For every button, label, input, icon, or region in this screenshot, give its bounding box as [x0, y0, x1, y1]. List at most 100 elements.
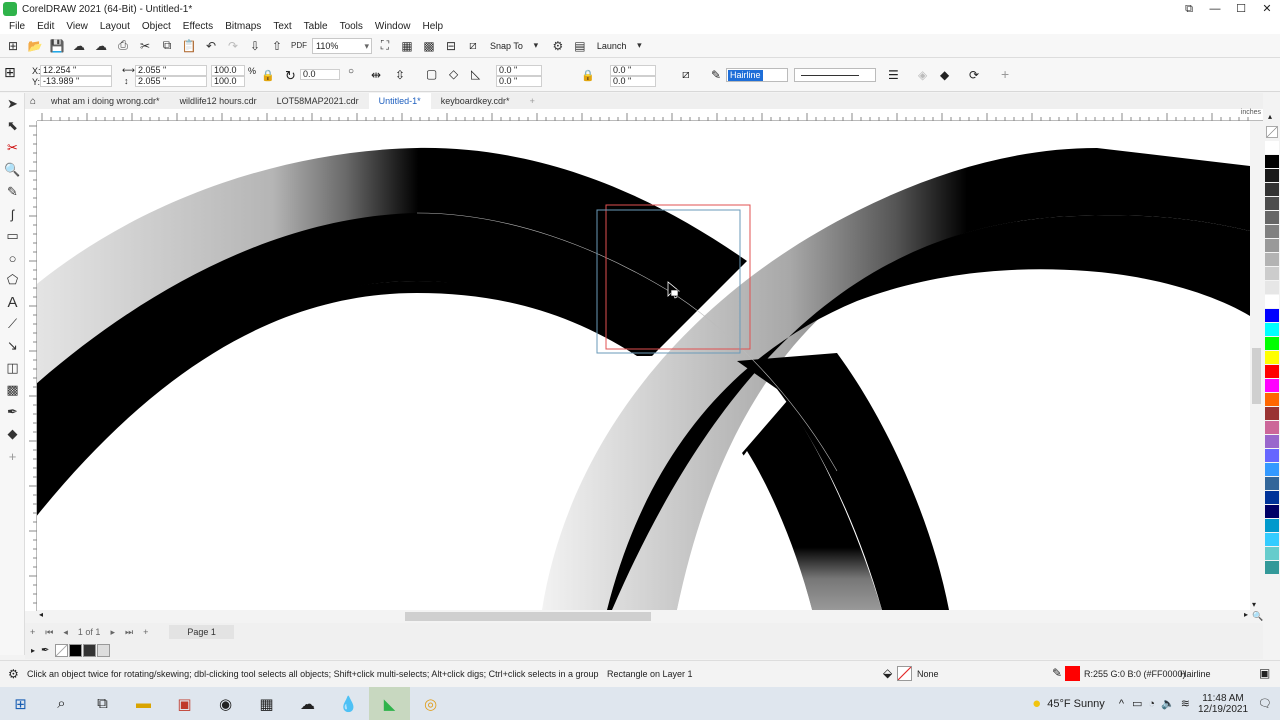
pdf-icon[interactable]: PDF [290, 37, 308, 55]
chamfered-corner-icon[interactable]: ◺ [471, 67, 480, 81]
palette-swatch[interactable] [1265, 155, 1279, 168]
status-settings-icon[interactable]: ▣ [1259, 666, 1270, 680]
palette-swatch[interactable] [1265, 505, 1279, 518]
cloud-download-icon[interactable]: ☁ [92, 37, 110, 55]
menu-text[interactable]: Text [267, 21, 297, 32]
scale-width-field[interactable]: 100.0 [211, 65, 245, 76]
tray-volume-icon[interactable]: 🔈 [1161, 697, 1175, 710]
maximize-button[interactable]: ☐ [1228, 0, 1254, 18]
artistic-media-icon[interactable]: ʃ [0, 203, 25, 225]
to-front-icon[interactable]: ◈ [918, 68, 927, 82]
freehand-tool-icon[interactable]: ✎ [0, 181, 25, 203]
show-grid-icon[interactable]: ▩ [420, 37, 438, 55]
corner-radius-top-left[interactable]: 0.0 " [496, 65, 542, 76]
horizontal-ruler[interactable]: inches [37, 109, 1263, 121]
menu-edit[interactable]: Edit [31, 21, 60, 32]
page-tab-page-1[interactable]: Page 1 [169, 625, 234, 639]
shape-tool-icon[interactable]: ⬉ [0, 115, 25, 137]
zoom-corner-icon[interactable]: 🔍 [1252, 611, 1263, 622]
menu-object[interactable]: Object [136, 21, 177, 32]
x-position-field[interactable]: 12.254 " [40, 65, 112, 76]
object-origin-icon[interactable]: ⊞ [4, 64, 24, 84]
tray-chevron-icon[interactable]: ^ [1119, 698, 1124, 710]
snap-to-label[interactable]: Snap To [490, 41, 523, 51]
palette-swatch[interactable] [1265, 561, 1279, 574]
crop-tool-icon[interactable]: ✂ [0, 137, 25, 159]
palette-swatch[interactable] [1265, 463, 1279, 476]
show-rulers-icon[interactable]: ▦ [398, 37, 416, 55]
launch-dropdown-icon[interactable]: ▾ [630, 37, 648, 55]
notification-icon[interactable]: 🗨 [1258, 697, 1272, 710]
vertical-ruler[interactable] [25, 121, 37, 611]
tab-wildlife12-hours[interactable]: wildlife12 hours.cdr [170, 93, 267, 109]
prev-page-icon[interactable]: ◂ [58, 627, 73, 638]
mirror-vertical-icon[interactable]: ⇳ [395, 68, 405, 82]
undo-icon[interactable]: ↶ [202, 37, 220, 55]
scroll-right-icon[interactable]: ▸ [1244, 610, 1248, 619]
mirror-horizontal-icon[interactable]: ⇹ [371, 68, 381, 82]
palette-swatch[interactable] [1265, 407, 1279, 420]
add-page-after-icon[interactable]: + [138, 627, 153, 637]
palette-swatch[interactable] [1265, 309, 1279, 322]
menu-tools[interactable]: Tools [334, 21, 369, 32]
palette-swatch[interactable] [1265, 337, 1279, 350]
file-explorer-icon[interactable]: ▬ [123, 687, 164, 720]
palette-swatch[interactable] [1265, 183, 1279, 196]
palette-scroll-up-icon[interactable]: ▴ [1268, 112, 1272, 121]
full-screen-icon[interactable]: ⛶ [376, 37, 394, 55]
transparency-tool-icon[interactable]: ▩ [0, 379, 25, 401]
open-folder-icon[interactable]: 📂 [26, 37, 44, 55]
import-icon[interactable]: ⇩ [246, 37, 264, 55]
horizontal-scrollbar[interactable]: ◂ ▸ [37, 610, 1250, 623]
menu-bitmaps[interactable]: Bitmaps [219, 21, 267, 32]
copy-icon[interactable]: ⧉ [158, 37, 176, 55]
zoom-tool-icon[interactable]: 🔍 [0, 159, 25, 181]
outline-width-select[interactable]: Hairline [726, 68, 788, 82]
palette-no-color-icon[interactable] [1266, 126, 1278, 138]
first-page-icon[interactable]: ⏮ [40, 627, 58, 638]
fill-icon[interactable]: ⬙ [883, 666, 892, 680]
palette-swatch[interactable] [1265, 547, 1279, 560]
redo-icon[interactable]: ↷ [224, 37, 242, 55]
palette-swatch[interactable] [1265, 239, 1279, 252]
show-guidelines-icon[interactable]: ⊟ [442, 37, 460, 55]
launch-icon[interactable]: ▤ [571, 37, 589, 55]
swatch-none[interactable] [55, 643, 69, 657]
tab-what-am-i-doing-wrong[interactable]: what am i doing wrong.cdr* [41, 93, 170, 109]
add-toolbar-icon[interactable]: + [1001, 66, 1009, 82]
swatch-black[interactable] [69, 643, 83, 657]
snap-to-icon[interactable]: ⧄ [464, 37, 482, 55]
export-icon[interactable]: ⇧ [268, 37, 286, 55]
pick-tool-icon[interactable]: ➤ [0, 93, 25, 115]
add-page-before-icon[interactable]: + [25, 627, 40, 637]
vertical-scrollbar[interactable]: ▾ [1250, 121, 1263, 610]
scalloped-corner-icon[interactable]: ◇ [449, 67, 458, 81]
menu-view[interactable]: View [60, 21, 94, 32]
cloud-upload-icon[interactable]: ☁ [70, 37, 88, 55]
taskbar-cloud-icon[interactable]: ☁ [287, 687, 328, 720]
paste-icon[interactable]: 📋 [180, 37, 198, 55]
palette-swatch[interactable] [1265, 449, 1279, 462]
tray-network-icon[interactable]: ◔ [1148, 698, 1155, 710]
taskbar-calculator-icon[interactable]: ▦ [246, 687, 287, 720]
tab-lot58map2021[interactable]: LOT58MAP2021.cdr [267, 93, 369, 109]
palette-swatch[interactable] [1265, 351, 1279, 364]
rotation-field[interactable]: 0.0 [300, 69, 340, 80]
menu-window[interactable]: Window [369, 21, 417, 32]
palette-swatch[interactable] [1265, 197, 1279, 210]
new-document-icon[interactable]: ⊞ [4, 37, 22, 55]
palette-swatch[interactable] [1265, 519, 1279, 532]
minimize-button[interactable]: — [1202, 0, 1228, 18]
last-page-icon[interactable]: ⏭ [120, 627, 138, 638]
interactive-fill-icon[interactable]: ◆ [0, 423, 25, 445]
add-tab-icon[interactable]: + [520, 93, 545, 109]
tab-untitled-1[interactable]: Untitled-1* [368, 93, 431, 109]
tab-keyboardkey[interactable]: keyboardkey.cdr* [431, 93, 520, 109]
palette-swatch[interactable] [1265, 533, 1279, 546]
add-tool-icon[interactable]: + [0, 445, 25, 467]
palette-swatch[interactable] [1265, 365, 1279, 378]
doc-palette-expand-icon[interactable]: ▸ [31, 646, 35, 655]
windows-start-icon[interactable]: ⊞ [0, 687, 41, 720]
ruler-corner[interactable] [25, 109, 37, 121]
swatch-light-gray[interactable] [97, 643, 111, 657]
